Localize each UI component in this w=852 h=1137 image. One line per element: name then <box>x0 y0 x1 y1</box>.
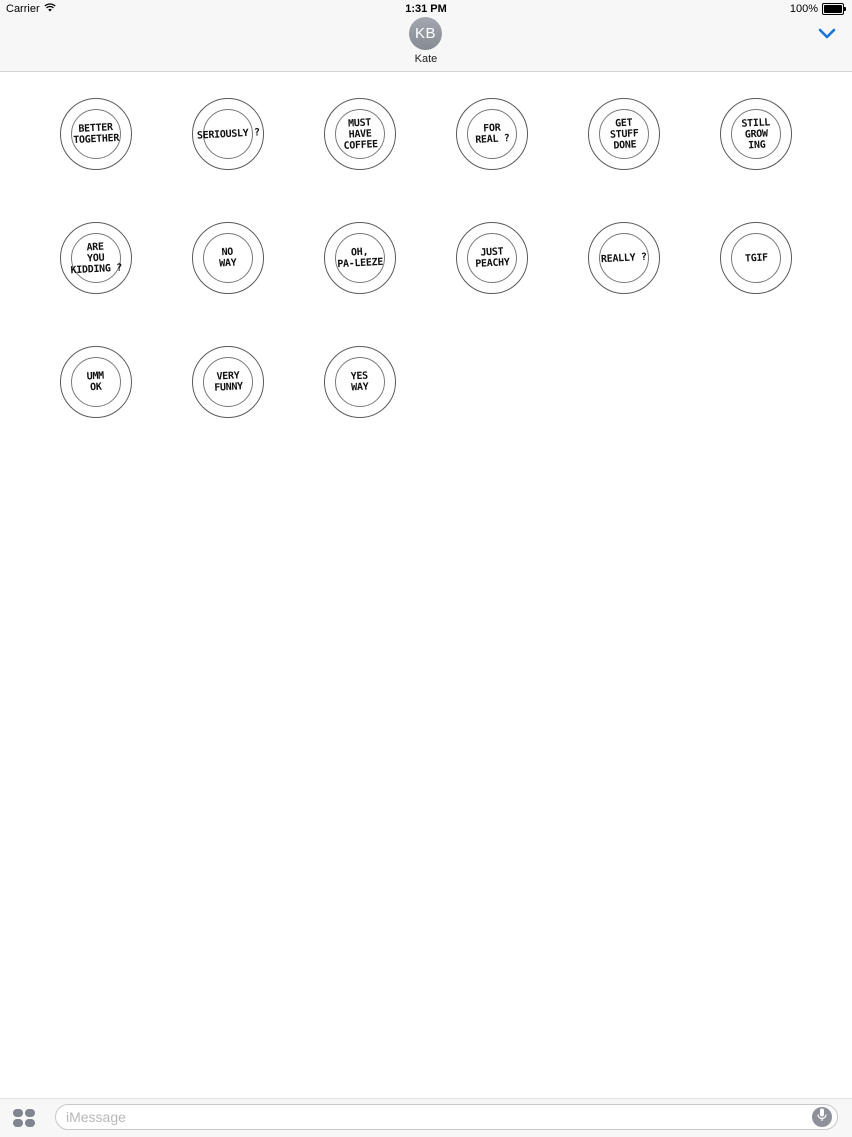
dictation-button[interactable] <box>812 1107 832 1127</box>
sticker-grid: BETTER TOGETHER SERIOUSLY ? MUST HAVE COFF… <box>30 72 822 444</box>
sticker[interactable]: SERIOUSLY ? <box>162 72 294 196</box>
collapse-button[interactable] <box>816 26 838 46</box>
sticker[interactable]: STILL GROW ING <box>690 72 822 196</box>
app-drawer-icon <box>25 1119 35 1127</box>
sticker[interactable]: BETTER TOGETHER <box>30 72 162 196</box>
sticker-text: OH, PA-LEEZE <box>337 246 384 271</box>
sticker-badge: SERIOUSLY ? <box>192 98 264 170</box>
sticker-badge: ARE YOU KIDDING ? <box>60 222 132 294</box>
sticker-text: REALLY ? <box>600 251 648 265</box>
sticker-badge: MUST HAVE COFFEE <box>324 98 396 170</box>
sticker-text: VERY FUNNY <box>213 370 243 394</box>
app-drawer-button[interactable] <box>13 1109 35 1127</box>
chevron-down-icon <box>818 27 836 45</box>
sticker-badge: OH, PA-LEEZE <box>324 222 396 294</box>
app-drawer-icon <box>25 1109 35 1117</box>
sticker[interactable]: GET STUFF DONE <box>558 72 690 196</box>
sticker[interactable]: TGIF <box>690 196 822 320</box>
battery-icon <box>822 3 846 15</box>
sticker-text: YES WAY <box>350 370 370 394</box>
sticker-text: TGIF <box>744 251 768 265</box>
sticker-badge: UMM OK <box>60 346 132 418</box>
status-time: 1:31 PM <box>405 3 447 15</box>
sticker-badge: TGIF <box>720 222 792 294</box>
sticker-text: UMM OK <box>86 370 105 394</box>
sticker-badge: REALLY ? <box>588 222 660 294</box>
sticker-badge: VERY FUNNY <box>192 346 264 418</box>
sticker[interactable]: MUST HAVE COFFEE <box>294 72 426 196</box>
app-drawer-icon <box>13 1119 23 1127</box>
status-right: 100% <box>790 3 846 15</box>
sticker[interactable]: OH, PA-LEEZE <box>294 196 426 320</box>
sticker-badge: STILL GROW ING <box>720 98 792 170</box>
sticker-text: BETTER TOGETHER <box>73 122 120 147</box>
sticker[interactable]: ARE YOU KIDDING ? <box>30 196 162 320</box>
sticker-badge: JUST PEACHY <box>456 222 528 294</box>
message-input-bar <box>0 1098 852 1137</box>
sticker-text: JUST PEACHY <box>474 246 510 270</box>
sticker[interactable]: VERY FUNNY <box>162 320 294 444</box>
status-bar: Carrier 1:31 PM 100% <box>0 0 852 18</box>
microphone-icon <box>817 1108 827 1127</box>
battery-body <box>822 3 844 15</box>
sticker[interactable]: REALLY ? <box>558 196 690 320</box>
sticker[interactable]: UMM OK <box>30 320 162 444</box>
conversation-header: KB Kate <box>0 17 852 72</box>
sticker[interactable]: YES WAY <box>294 320 426 444</box>
battery-fill <box>824 5 842 13</box>
sticker[interactable]: FOR REAL ? <box>426 72 558 196</box>
sticker-badge: GET STUFF DONE <box>588 98 660 170</box>
sticker-badge: YES WAY <box>324 346 396 418</box>
sticker-text: MUST HAVE COFFEE <box>343 116 378 152</box>
contact-name[interactable]: Kate <box>0 53 852 65</box>
sticker-badge: NO WAY <box>192 222 264 294</box>
sticker[interactable]: JUST PEACHY <box>426 196 558 320</box>
sticker-text: STILL GROW ING <box>740 116 770 151</box>
app-drawer-icon <box>13 1109 23 1117</box>
avatar[interactable]: KB <box>409 17 442 50</box>
sticker-text: NO WAY <box>219 246 238 270</box>
sticker-text: GET STUFF DONE <box>609 117 639 152</box>
sticker-text: FOR REAL ? <box>474 122 510 146</box>
battery-tip <box>844 7 846 11</box>
message-field[interactable] <box>55 1104 838 1130</box>
sticker-text: ARE YOU KIDDING ? <box>70 241 123 276</box>
message-input[interactable] <box>66 1109 806 1125</box>
sticker[interactable]: NO WAY <box>162 196 294 320</box>
battery-percent: 100% <box>789 3 818 15</box>
sticker-badge: FOR REAL ? <box>456 98 528 170</box>
sticker-badge: BETTER TOGETHER <box>60 98 132 170</box>
